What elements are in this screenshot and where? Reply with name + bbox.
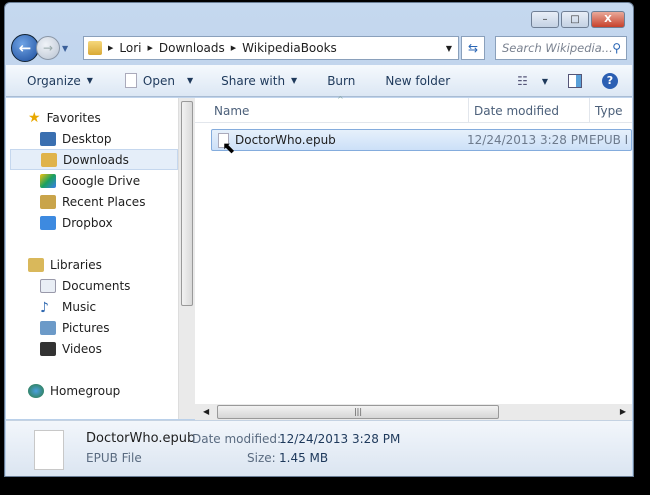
scroll-thumb[interactable]: ||| (217, 405, 499, 419)
file-list: ^ Name Date modified Type DoctorWho.epub… (195, 95, 632, 404)
downloads-icon (41, 152, 57, 167)
videos-icon (40, 341, 56, 356)
recent-pages-dropdown[interactable]: ▼ (62, 44, 68, 53)
label: Homegroup (50, 383, 121, 398)
organize-button[interactable]: Organize ▼ (27, 74, 93, 88)
label: Pictures (62, 320, 110, 335)
google-drive-icon (40, 173, 56, 188)
document-icon (124, 73, 137, 88)
label: Desktop (62, 131, 112, 146)
sidebar-item-recent-places[interactable]: Recent Places (10, 191, 178, 212)
sidebar-item-music[interactable]: ♪ Music (10, 296, 178, 317)
horizontal-scrollbar[interactable]: ◀ ||| ▶ (195, 404, 632, 420)
command-bar: Organize ▼ Open ▼ Share with ▼ Burn New fol… (6, 65, 632, 97)
help-button[interactable]: ? (602, 73, 618, 89)
view-options-icon[interactable]: ☷ (517, 74, 528, 88)
organize-label: Organize (27, 73, 81, 88)
new-folder-button[interactable]: New folder (385, 74, 450, 88)
view-dropdown-icon[interactable]: ▼ (542, 77, 548, 86)
file-type: EPUB I (589, 133, 629, 147)
file-row[interactable]: DoctorWho.epub 12/24/2013 3:28 PM EPUB I (211, 129, 632, 151)
sidebar-libraries[interactable]: Libraries (10, 254, 178, 275)
open-button[interactable]: Open ▼ (124, 73, 193, 88)
star-icon: ★ (28, 109, 41, 126)
breadcrumb-downloads[interactable]: Downloads (159, 41, 225, 55)
desktop-icon (40, 131, 56, 146)
details-size-label: Size: (247, 451, 276, 465)
details-size-value: 1.45 MB (279, 451, 329, 465)
mouse-cursor-icon: ⬉ (222, 138, 236, 157)
breadcrumb-wikipediabooks[interactable]: WikipediaBooks (242, 41, 337, 55)
details-date-value: 12/24/2013 3:28 PM (279, 432, 401, 446)
search-icon[interactable]: ⚲ (612, 41, 621, 55)
preview-pane-button[interactable] (568, 74, 582, 88)
file-name: DoctorWho.epub (235, 133, 336, 147)
share-label: Share with (221, 73, 286, 88)
open-label: Open (142, 73, 175, 88)
breadcrumb-separator[interactable]: ▶ (108, 44, 113, 52)
sidebar-item-dropbox[interactable]: Dropbox (10, 212, 178, 233)
scroll-right-icon[interactable]: ▶ (620, 407, 626, 416)
label: Music (62, 299, 97, 314)
music-icon: ♪ (40, 299, 49, 316)
breadcrumb-separator[interactable]: ▶ (231, 44, 236, 52)
column-name[interactable]: Name (214, 104, 249, 118)
column-date-modified[interactable]: Date modified (474, 104, 559, 118)
sidebar-scrollbar[interactable] (178, 98, 195, 419)
label: Videos (62, 341, 102, 356)
details-date-label: Date modified: (192, 432, 282, 446)
details-file-type: EPUB File (86, 451, 142, 465)
search-input[interactable]: Search Wikipedia... ⚲ (495, 36, 627, 60)
column-headers: ^ Name Date modified Type (195, 95, 632, 123)
sidebar-item-desktop[interactable]: Desktop (10, 128, 178, 149)
address-dropdown-icon[interactable]: ▼ (446, 44, 452, 53)
minimize-button[interactable]: – (531, 11, 559, 28)
label: Downloads (63, 152, 129, 167)
search-placeholder: Search Wikipedia... (502, 41, 613, 55)
address-bar[interactable]: ▶ Lori ▶ Downloads ▶ WikipediaBooks ▼ (83, 36, 459, 60)
column-type[interactable]: Type (595, 104, 623, 118)
sidebar-item-videos[interactable]: Videos (10, 338, 178, 359)
sidebar-item-downloads[interactable]: Downloads (10, 149, 178, 170)
scroll-thumb[interactable] (181, 101, 193, 306)
refresh-button[interactable]: ⇆ (461, 36, 485, 60)
close-button[interactable]: X (591, 11, 625, 28)
back-button[interactable]: ← (11, 34, 39, 62)
share-with-button[interactable]: Share with ▼ (221, 74, 297, 88)
sidebar-favorites[interactable]: ★ Favorites (10, 107, 178, 128)
dropbox-icon (40, 215, 56, 230)
sidebar-item-google-drive[interactable]: Google Drive (10, 170, 178, 191)
recent-places-icon (40, 194, 56, 209)
folder-icon (88, 41, 102, 55)
new-folder-label: New folder (385, 73, 451, 88)
breadcrumb-separator[interactable]: ▶ (147, 44, 152, 52)
sort-ascending-icon: ^ (337, 95, 344, 104)
burn-button[interactable]: Burn (327, 74, 355, 88)
sidebar-item-documents[interactable]: Documents (10, 275, 178, 296)
details-file-name: DoctorWho.epub (86, 431, 196, 446)
sidebar-homegroup[interactable]: Homegroup (10, 380, 178, 401)
label: Google Drive (62, 173, 141, 188)
label: Recent Places (62, 194, 146, 209)
file-date: 12/24/2013 3:28 PM (467, 133, 589, 147)
libraries-icon (28, 257, 44, 272)
maximize-button[interactable]: □ (561, 11, 589, 28)
pictures-icon (40, 320, 56, 335)
breadcrumb-lori[interactable]: Lori (119, 41, 141, 55)
explorer-window: – □ X ← → ▼ ▶ Lori ▶ Downloads ▶ Wikiped… (4, 2, 634, 477)
details-pane: DoctorWho.epub Date modified: 12/24/2013… (6, 420, 632, 476)
documents-icon (40, 278, 56, 293)
favorites-label: Favorites (46, 110, 101, 125)
label: Documents (62, 278, 131, 293)
forward-button[interactable]: → (36, 36, 60, 60)
burn-label: Burn (327, 73, 356, 88)
sidebar-item-pictures[interactable]: Pictures (10, 317, 178, 338)
file-thumbnail-icon (34, 430, 64, 470)
label: Libraries (50, 257, 102, 272)
scroll-left-icon[interactable]: ◀ (203, 407, 209, 416)
label: Dropbox (62, 215, 113, 230)
navigation-pane: ★ Favorites Desktop Downloads Google Driv… (6, 98, 178, 419)
homegroup-icon (28, 383, 44, 398)
